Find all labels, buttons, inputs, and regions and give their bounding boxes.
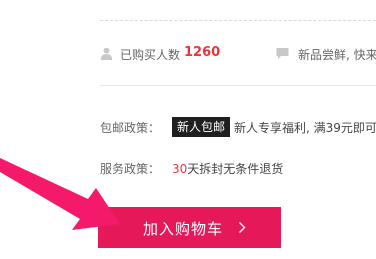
shipping-policy-text: 新人专享福利, 满39元即可: [234, 121, 376, 135]
chevron-right-icon: [239, 222, 246, 233]
dashed-divider: [100, 20, 376, 21]
add-to-cart-label: 加入购物车: [143, 221, 224, 238]
shipping-policy-row: 包邮政策： 新人包邮 新人专享福利, 满39元即可: [100, 117, 376, 139]
user-icon: [100, 47, 113, 60]
add-to-cart-button[interactable]: 加入购物车: [98, 207, 281, 248]
service-policy-text: 30天拆封无条件退货: [172, 160, 283, 177]
chat-icon: [276, 48, 289, 59]
product-detail-panel: 已购买人数 1260 新品尝鲜, 快来 包邮政策： 新人包邮 新人专享福利, 满…: [0, 0, 376, 259]
return-days-highlight: 30: [172, 162, 188, 176]
section-divider: [100, 85, 376, 86]
service-policy-label: 服务政策：: [100, 162, 161, 176]
buyers-count-value: 1260: [184, 45, 221, 60]
buyers-count-label: 已购买人数: [120, 48, 181, 62]
new-user-free-shipping-badge: 新人包邮: [172, 117, 231, 137]
new-product-tasting-label: 新品尝鲜, 快来: [298, 48, 376, 62]
product-stats-row: 已购买人数 1260 新品尝鲜, 快来: [100, 44, 376, 64]
return-policy-text: 天拆封无条件退货: [187, 162, 284, 176]
shipping-policy-label: 包邮政策：: [100, 121, 161, 135]
service-policy-row: 服务政策： 30天拆封无条件退货: [100, 158, 376, 178]
